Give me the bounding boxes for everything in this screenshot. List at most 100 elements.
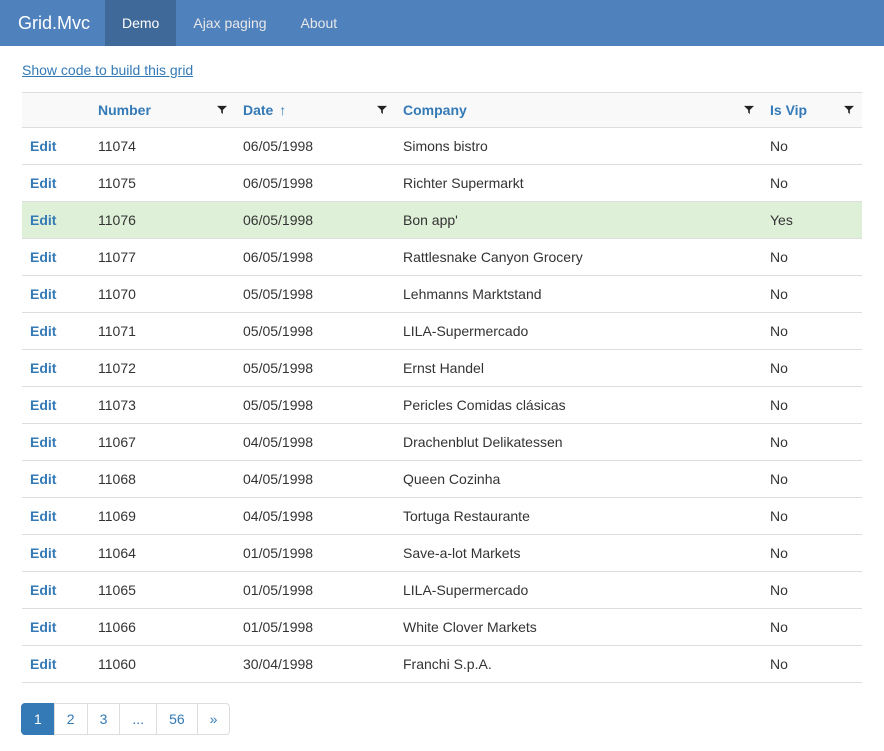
cell-date: 06/05/1998 [235,128,395,165]
column-header-edit [22,93,90,128]
sort-arrow-icon: ↑ [279,102,286,118]
edit-button[interactable]: Edit [30,360,56,376]
cell-number: 11072 [90,350,235,387]
cell-date: 05/05/1998 [235,313,395,350]
table-row[interactable]: Edit1106401/05/1998Save-a-lot MarketsNo [22,535,862,572]
page-3[interactable]: 3 [87,703,121,735]
edit-button[interactable]: Edit [30,286,56,302]
cell-number: 11066 [90,609,235,646]
edit-button[interactable]: Edit [30,212,56,228]
cell-vip: No [762,165,862,202]
cell-vip: No [762,128,862,165]
column-header-company: Company [395,93,762,128]
cell-date: 04/05/1998 [235,424,395,461]
table-row[interactable]: Edit1107005/05/1998Lehmanns MarktstandNo [22,276,862,313]
table-row[interactable]: Edit1107205/05/1998Ernst HandelNo [22,350,862,387]
edit-button[interactable]: Edit [30,138,56,154]
cell-number: 11069 [90,498,235,535]
cell-company: Bon app' [395,202,762,239]
cell-vip: No [762,239,862,276]
filter-icon[interactable] [744,105,754,115]
cell-date: 05/05/1998 [235,276,395,313]
cell-date: 05/05/1998 [235,350,395,387]
sort-company[interactable]: Company [403,102,467,118]
page-56[interactable]: 56 [156,703,198,735]
table-row[interactable]: Edit1106030/04/1998Franchi S.p.A.No [22,646,862,683]
cell-number: 11071 [90,313,235,350]
cell-number: 11067 [90,424,235,461]
cell-date: 01/05/1998 [235,535,395,572]
cell-company: LILA-Supermercado [395,313,762,350]
cell-vip: No [762,535,862,572]
table-row[interactable]: Edit1106704/05/1998Drachenblut Delikates… [22,424,862,461]
edit-button[interactable]: Edit [30,656,56,672]
edit-button[interactable]: Edit [30,582,56,598]
cell-company: Franchi S.p.A. [395,646,762,683]
cell-company: Rattlesnake Canyon Grocery [395,239,762,276]
edit-button[interactable]: Edit [30,619,56,635]
sort-number[interactable]: Number [98,102,151,118]
table-row[interactable]: Edit1107506/05/1998Richter SupermarktNo [22,165,862,202]
edit-button[interactable]: Edit [30,175,56,191]
cell-company: LILA-Supermercado [395,572,762,609]
nav-item-about[interactable]: About [284,0,355,46]
show-code-link[interactable]: Show code to build this grid [22,62,193,78]
table-row[interactable]: Edit1106601/05/1998White Clover MarketsN… [22,609,862,646]
cell-vip: No [762,276,862,313]
cell-company: Simons bistro [395,128,762,165]
data-grid: Number Date ↑ Company [22,92,862,683]
sort-date[interactable]: Date ↑ [243,102,286,118]
cell-date: 04/05/1998 [235,461,395,498]
edit-button[interactable]: Edit [30,249,56,265]
edit-button[interactable]: Edit [30,323,56,339]
cell-vip: No [762,646,862,683]
table-row[interactable]: Edit1106501/05/1998LILA-SupermercadoNo [22,572,862,609]
cell-number: 11076 [90,202,235,239]
cell-number: 11065 [90,572,235,609]
page-next[interactable]: » [197,703,231,735]
cell-number: 11075 [90,165,235,202]
edit-button[interactable]: Edit [30,508,56,524]
cell-vip: No [762,387,862,424]
cell-company: Queen Cozinha [395,461,762,498]
column-header-date: Date ↑ [235,93,395,128]
edit-button[interactable]: Edit [30,434,56,450]
page-ellipsis: ... [119,703,157,735]
table-row[interactable]: Edit 1107105/05/1998LILA-SupermercadoNo [22,313,862,350]
cell-number: 11073 [90,387,235,424]
cell-date: 01/05/1998 [235,609,395,646]
navbar-brand[interactable]: Grid.Mvc [18,0,105,46]
cell-vip: No [762,350,862,387]
filter-icon[interactable] [844,105,854,115]
nav-item-ajax-paging[interactable]: Ajax paging [176,0,283,46]
filter-icon[interactable] [217,105,227,115]
cell-company: Lehmanns Marktstand [395,276,762,313]
table-row[interactable]: Edit 1107706/05/1998Rattlesnake Canyon Gr… [22,239,862,276]
cell-vip: No [762,424,862,461]
cell-company: Save-a-lot Markets [395,535,762,572]
cell-number: 11074 [90,128,235,165]
pagination: 123...56» [22,703,862,735]
cell-date: 06/05/1998 [235,239,395,276]
table-row[interactable]: Edit1107606/05/1998Bon app'Yes [22,202,862,239]
table-row[interactable]: Edit1106804/05/1998Queen CozinhaNo [22,461,862,498]
edit-button[interactable]: Edit [30,545,56,561]
cell-date: 05/05/1998 [235,387,395,424]
nav-item-demo[interactable]: Demo [105,0,176,46]
column-header-number: Number [90,93,235,128]
content: Show code to build this grid Number Date… [0,46,884,751]
cell-company: Tortuga Restaurante [395,498,762,535]
filter-icon[interactable] [377,105,387,115]
edit-button[interactable]: Edit [30,397,56,413]
edit-button[interactable]: Edit [30,471,56,487]
sort-vip[interactable]: Is Vip [770,102,807,118]
page-1[interactable]: 1 [21,703,55,735]
cell-date: 30/04/1998 [235,646,395,683]
cell-date: 06/05/1998 [235,165,395,202]
table-row[interactable]: Edit1107305/05/1998Pericles Comidas clás… [22,387,862,424]
table-row[interactable]: Edit1106904/05/1998Tortuga RestauranteNo [22,498,862,535]
cell-vip: No [762,313,862,350]
page-2[interactable]: 2 [54,703,88,735]
cell-number: 11077 [90,239,235,276]
table-row[interactable]: Edit 1107406/05/1998Simons bistroNo [22,128,862,165]
